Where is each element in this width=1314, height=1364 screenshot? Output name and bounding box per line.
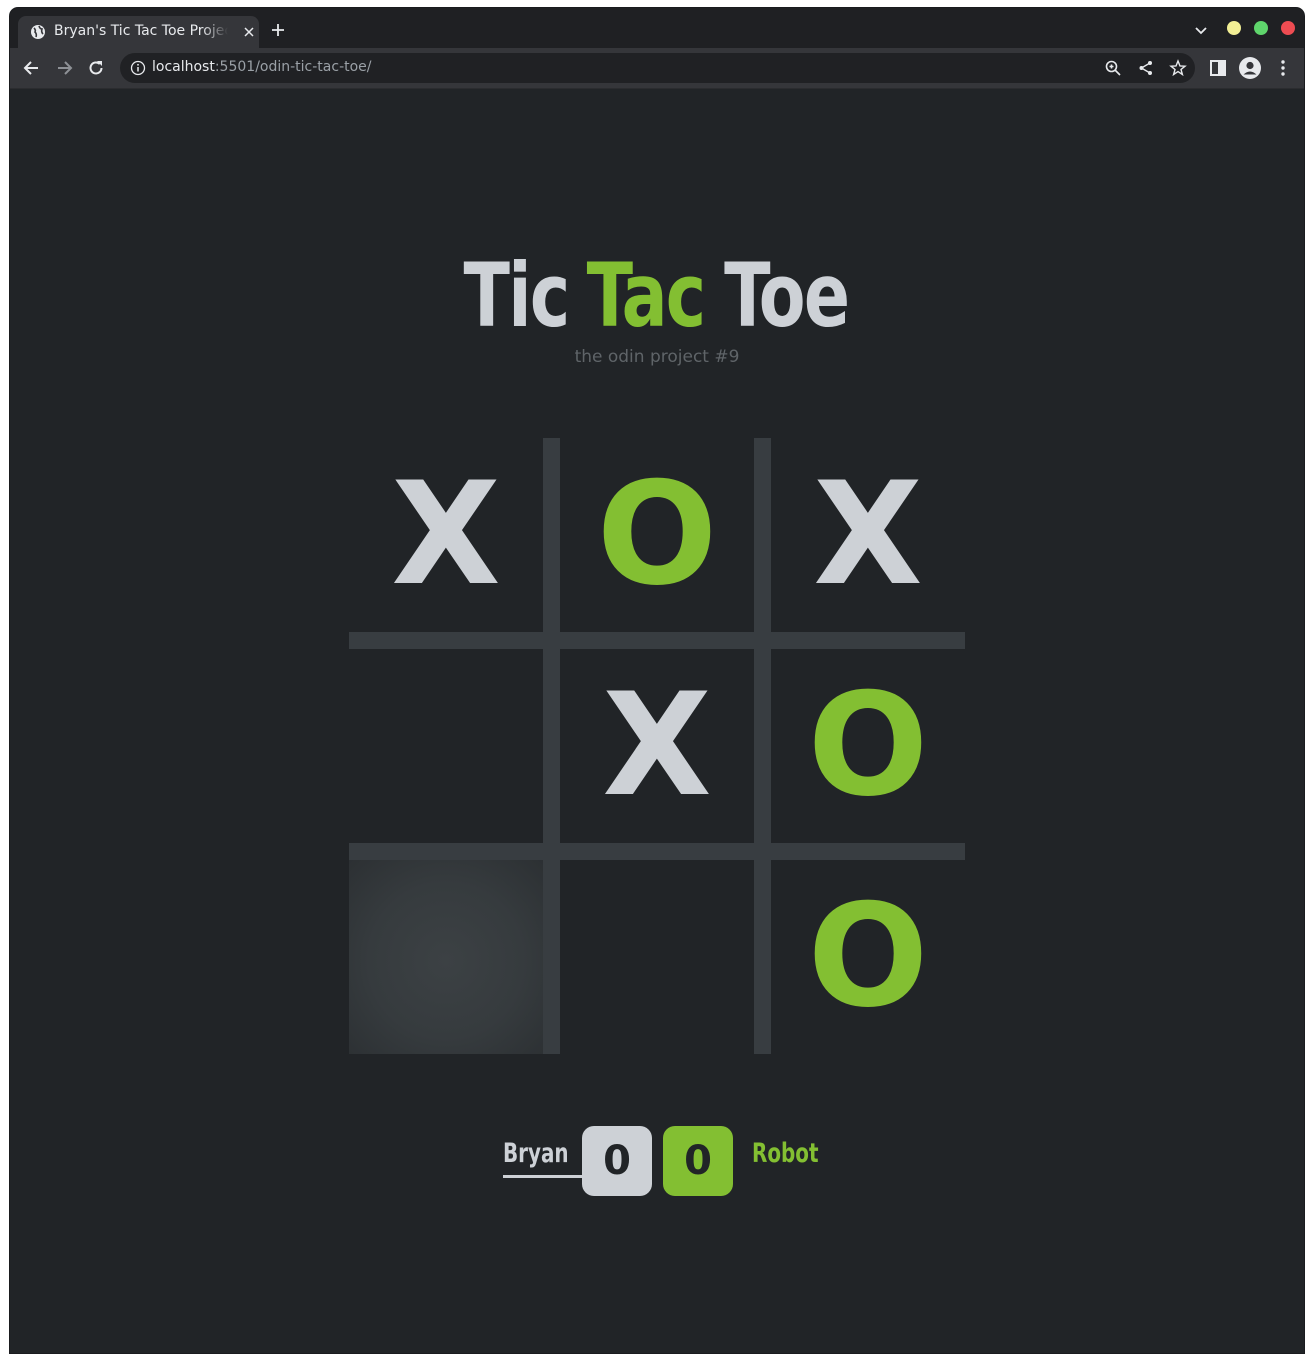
- url-path: :5501/odin-tic-tac-toe/: [214, 59, 372, 75]
- browser-toolbar: localhost:5501/odin-tic-tac-toe/: [10, 48, 1304, 88]
- board-cell-8[interactable]: [560, 860, 754, 1054]
- browser-window: Bryan's Tic Tac Toe Project localhost:55…: [10, 8, 1304, 1353]
- grid-line-vertical: [754, 438, 771, 1054]
- player1-score: 0: [582, 1126, 652, 1196]
- board-cell-1[interactable]: X: [349, 438, 543, 632]
- grid-line-horizontal: [349, 632, 965, 649]
- plus-icon[interactable]: [270, 22, 286, 38]
- side-panel-icon[interactable]: [1208, 58, 1228, 78]
- title-toe: Toe: [724, 244, 850, 347]
- maximize-button[interactable]: [1254, 21, 1268, 35]
- tab-strip: Bryan's Tic Tac Toe Project: [10, 8, 1304, 48]
- share-icon[interactable]: [1137, 59, 1155, 77]
- chevron-down-icon[interactable]: [1194, 24, 1208, 38]
- close-icon[interactable]: [242, 25, 256, 39]
- close-window-button[interactable]: [1281, 21, 1295, 35]
- game-board: X O X X O O: [349, 438, 965, 1054]
- page-subtitle: the odin project #9: [574, 347, 740, 367]
- tab-active[interactable]: Bryan's Tic Tac Toe Project: [18, 16, 259, 48]
- board-cell-2[interactable]: O: [560, 438, 754, 632]
- globe-icon: [31, 25, 45, 39]
- more-menu-icon[interactable]: [1273, 58, 1293, 78]
- player1-name[interactable]: Bryan: [503, 1138, 583, 1178]
- forward-arrow-icon[interactable]: [54, 58, 74, 78]
- board-cell-6[interactable]: O: [771, 649, 965, 843]
- board-cell-3[interactable]: X: [771, 438, 965, 632]
- board-cell-9[interactable]: O: [771, 860, 965, 1054]
- title-tic: Tic: [463, 244, 571, 347]
- url-text[interactable]: localhost:5501/odin-tic-tac-toe/: [152, 59, 372, 77]
- zoom-icon[interactable]: [1104, 59, 1122, 77]
- address-bar[interactable]: localhost:5501/odin-tic-tac-toe/: [120, 53, 1195, 83]
- reload-icon[interactable]: [86, 58, 106, 78]
- title-tac: Tac: [586, 244, 707, 347]
- profile-avatar-icon[interactable]: [1239, 57, 1261, 79]
- grid-line-vertical: [543, 438, 560, 1054]
- minimize-button[interactable]: [1227, 21, 1241, 35]
- grid-line-horizontal: [349, 843, 965, 860]
- page-title: Tic Tac Toe: [10, 246, 1304, 346]
- player2-score: 0: [663, 1126, 733, 1196]
- tab-title: Bryan's Tic Tac Toe Project: [54, 23, 228, 41]
- star-icon[interactable]: [1169, 59, 1187, 77]
- scoreboard: Bryan 0 0 Robot: [10, 1126, 1304, 1196]
- board-cell-5[interactable]: X: [560, 649, 754, 843]
- page-content: Tic Tac Toe the odin project #9 X O X X O …: [10, 89, 1304, 1353]
- info-icon[interactable]: [130, 60, 146, 76]
- board-cell-4[interactable]: [349, 649, 543, 843]
- board-cell-7[interactable]: [349, 860, 543, 1054]
- back-arrow-icon[interactable]: [22, 58, 42, 78]
- player2-name[interactable]: Robot: [752, 1138, 833, 1178]
- url-host: localhost: [152, 59, 215, 75]
